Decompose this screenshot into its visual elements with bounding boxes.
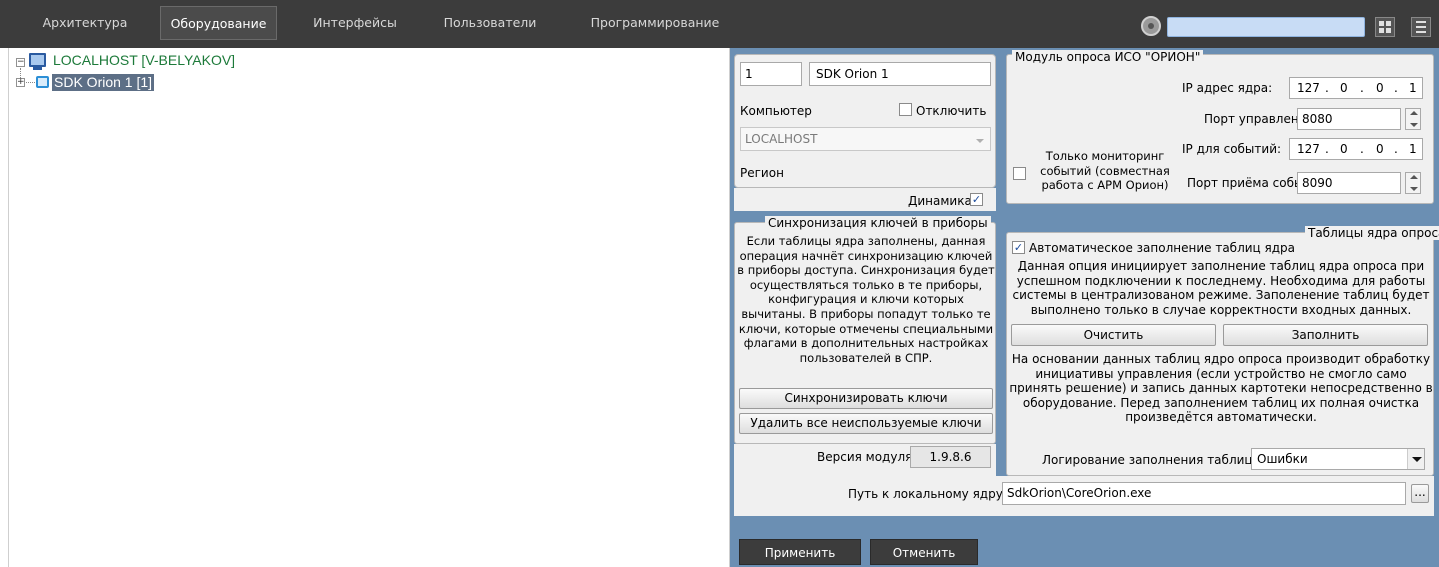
ip-core-octet: 1 [1409, 81, 1417, 95]
device-id-field[interactable]: 1 [740, 62, 802, 86]
collapse-toggle-icon[interactable]: − [16, 58, 25, 67]
disable-checkbox[interactable] [899, 103, 912, 116]
events-port-spinner[interactable] [1405, 172, 1421, 194]
device-settings-group: 1 SDK Orion 1 Компьютер Отключить LOCALH… [734, 54, 996, 188]
dropdown-arrow-icon [976, 139, 984, 143]
control-port-field[interactable]: 8080 [1297, 108, 1401, 130]
auto-fill-description: Данная опция инициирует заполнение табли… [1012, 259, 1430, 317]
fill-tables-button[interactable]: Заполнить [1223, 324, 1428, 346]
sync-keys-button[interactable]: Синхронизировать ключи [739, 388, 993, 409]
ip-events-octet: 0 [1340, 142, 1348, 156]
ip-events-field[interactable]: 127 . 0 . 0 . 1 [1289, 138, 1423, 160]
dynamics-checkbox[interactable]: ✓ [970, 193, 983, 206]
auto-fill-label: Автоматическое заполнение таблиц ядра [1029, 241, 1296, 255]
ip-dot: . [1325, 142, 1329, 156]
dynamics-label: Динамика [908, 194, 972, 208]
tab-interfaces[interactable]: Интерфейсы [290, 6, 420, 40]
dynamics-row: Динамика ✓ [734, 188, 996, 211]
events-port-field[interactable]: 8090 [1297, 172, 1401, 194]
menu-icon[interactable] [1411, 17, 1431, 37]
sync-keys-title: Синхронизация ключей в приборы [765, 216, 991, 230]
search-input[interactable] [1167, 17, 1365, 37]
core-tables-description: На основании данных таблиц ядро опроса п… [1009, 352, 1433, 425]
ip-dot: . [1394, 142, 1398, 156]
tree-item-sdk-orion[interactable]: SDK Orion 1 [1] [52, 74, 155, 91]
local-core-path-field[interactable]: SdkOrion\CoreOrion.exe [1002, 482, 1406, 505]
ip-core-octet: 0 [1340, 81, 1348, 95]
ip-events-octet: 0 [1376, 142, 1384, 156]
ip-core-label: IP адрес ядра: [1182, 81, 1273, 95]
tab-users[interactable]: Пользователи [425, 6, 555, 40]
ip-events-octet: 127 [1297, 142, 1320, 156]
tab-equipment[interactable]: Оборудование [160, 6, 277, 40]
version-row: Версия модуля 1.9.8.6 [734, 444, 996, 476]
cancel-button[interactable]: Отменить [870, 539, 978, 565]
computer-select[interactable]: LOCALHOST [740, 127, 991, 151]
region-label: Регион [740, 166, 784, 180]
logging-select[interactable]: Ошибки [1251, 448, 1425, 470]
sync-keys-description: Если таблицы ядра заполнены, данная опер… [737, 234, 995, 365]
disable-label: Отключить [916, 104, 987, 118]
device-name-field[interactable]: SDK Orion 1 [809, 62, 991, 86]
computer-icon [29, 53, 46, 67]
dropdown-button[interactable] [1407, 449, 1424, 469]
core-tables-group: Таблицы ядра опроса ✓ Автоматическое зап… [1006, 226, 1439, 476]
tab-architecture[interactable]: Архитектура [20, 6, 150, 40]
orion-module-title: Модуль опроса ИСО "ОРИОН" [1012, 50, 1204, 64]
sync-keys-group: Синхронизация ключей в приборы Если табл… [734, 216, 996, 444]
local-core-row: Путь к локальному ядру: SdkOrion\CoreOri… [734, 476, 1434, 516]
version-value: 1.9.8.6 [910, 446, 991, 468]
ip-events-octet: 1 [1409, 142, 1417, 156]
expand-toggle-icon[interactable]: + [16, 78, 25, 87]
ip-dot: . [1360, 142, 1364, 156]
orion-module-group: Модуль опроса ИСО "ОРИОН" IP адрес ядра:… [1006, 50, 1434, 204]
monitoring-only-checkbox[interactable] [1013, 167, 1026, 180]
tab-programming[interactable]: Программирование [575, 6, 735, 40]
computer-label: Компьютер [740, 104, 812, 118]
tree-item-localhost[interactable]: LOCALHOST [V-BELYAKOV] [53, 52, 235, 69]
grid-view-icon[interactable] [1375, 17, 1395, 37]
version-label: Версия модуля [817, 450, 913, 464]
ip-events-label: IP для событий: [1182, 142, 1282, 156]
delete-unused-keys-button[interactable]: Удалить все неиспользуемые ключи [739, 413, 993, 434]
monitoring-only-label: Только мониторинг событий (совместная ра… [1040, 149, 1170, 192]
tree-line [26, 82, 35, 83]
ip-dot: . [1325, 81, 1329, 95]
control-port-spinner[interactable] [1405, 108, 1421, 130]
ip-dot: . [1360, 81, 1364, 95]
ip-core-octet: 127 [1297, 81, 1320, 95]
apply-button[interactable]: Применить [739, 539, 861, 565]
ip-core-field[interactable]: 127 . 0 . 0 . 1 [1289, 77, 1423, 99]
core-tables-title: Таблицы ядра опроса [1305, 226, 1439, 240]
ip-dot: . [1394, 81, 1398, 95]
clear-tables-button[interactable]: Очистить [1011, 324, 1216, 346]
sdk-device-icon [36, 76, 49, 88]
top-navigation-bar: Архитектура Оборудование Интерфейсы Поль… [0, 0, 1439, 48]
computer-stand-icon [33, 67, 42, 70]
logging-label: Логирование заполнения таблиц: [1042, 453, 1257, 467]
local-core-label: Путь к локальному ядру: [848, 487, 1007, 501]
auto-fill-checkbox[interactable]: ✓ [1012, 241, 1025, 254]
settings-panel: 1 SDK Orion 1 Компьютер Отключить LOCALH… [730, 48, 1439, 567]
equipment-tree: − LOCALHOST [V-BELYAKOV] + SDK Orion 1 [… [8, 48, 730, 567]
browse-button[interactable]: ... [1411, 484, 1429, 503]
chevron-down-icon [1412, 457, 1422, 462]
ip-core-octet: 0 [1376, 81, 1384, 95]
status-circle-icon[interactable] [1141, 16, 1161, 36]
